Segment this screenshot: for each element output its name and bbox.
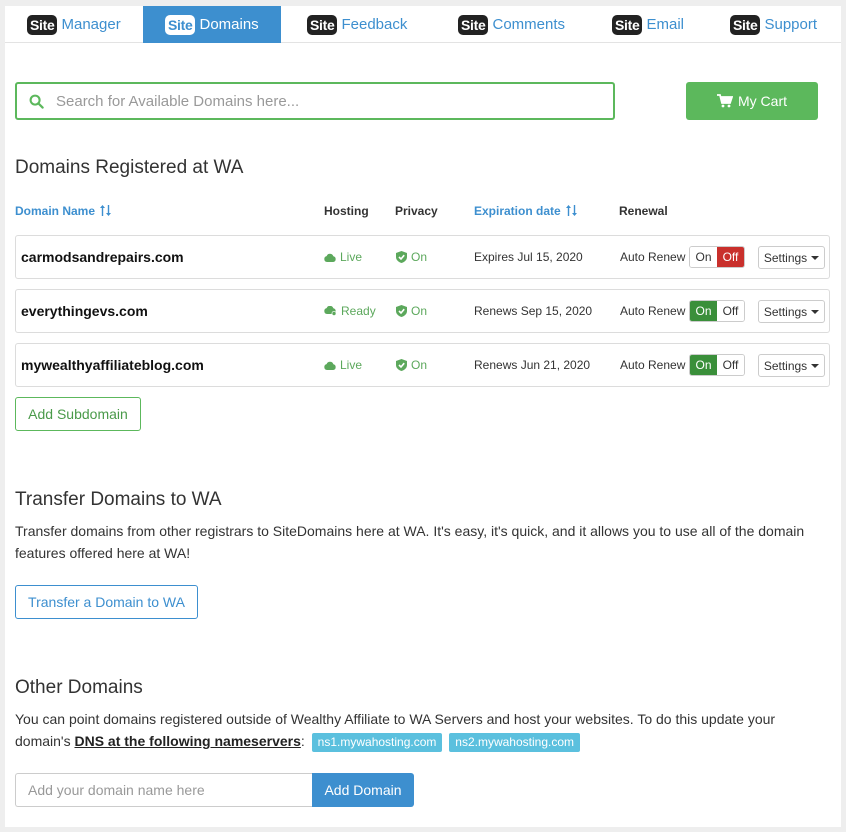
site-tabs: Site Manager Site Domains Site Feedback … bbox=[5, 6, 841, 43]
site-logo: Site bbox=[730, 14, 761, 35]
privacy-status: On bbox=[396, 250, 427, 264]
auto-renew-off-option[interactable]: Off bbox=[717, 355, 744, 375]
domain-row: everythingevs.com Ready On Renews Sep 15… bbox=[15, 289, 830, 333]
auto-renew-toggle: On Off bbox=[689, 354, 745, 376]
tab-label: Feedback bbox=[341, 16, 408, 33]
transfer-description: Transfer domains from other registrars t… bbox=[15, 523, 805, 561]
caret-down-icon bbox=[811, 255, 820, 260]
tab-label: Comments bbox=[492, 16, 566, 33]
shield-icon bbox=[396, 251, 407, 263]
auto-renew-label: Auto Renew bbox=[620, 250, 686, 264]
caret-down-icon bbox=[811, 309, 820, 314]
tab-label: Email bbox=[646, 16, 684, 33]
settings-dropdown-button[interactable]: Settings bbox=[758, 246, 825, 269]
site-logo: Site bbox=[165, 14, 196, 35]
hosting-status: Ready bbox=[324, 304, 376, 318]
column-header-renewal: Renewal bbox=[619, 204, 668, 218]
sort-icon bbox=[566, 205, 578, 216]
tab-domains[interactable]: Site Domains bbox=[143, 6, 281, 43]
expiration-date: Renews Sep 15, 2020 bbox=[474, 304, 593, 318]
dns-nameservers-link[interactable]: DNS at the following nameservers bbox=[74, 733, 300, 749]
tab-label: Manager bbox=[61, 16, 121, 33]
tab-feedback[interactable]: Site Feedback bbox=[307, 6, 407, 43]
domain-name: everythingevs.com bbox=[21, 303, 148, 319]
column-header-domain-name[interactable]: Domain Name bbox=[15, 204, 112, 218]
site-logo: Site bbox=[458, 14, 489, 35]
domain-search-box[interactable] bbox=[15, 82, 615, 120]
my-cart-button[interactable]: My Cart bbox=[686, 82, 818, 120]
hosting-status: Live bbox=[324, 358, 362, 372]
nameserver-badge-1: ns1.mywahosting.com bbox=[311, 733, 443, 752]
other-domains-description: You can point domains registered outside… bbox=[15, 708, 830, 752]
cart-icon bbox=[717, 94, 733, 108]
add-domain-button[interactable]: Add Domain bbox=[312, 773, 414, 807]
add-domain-input[interactable] bbox=[15, 773, 312, 807]
expiration-date: Renews Jun 21, 2020 bbox=[474, 358, 591, 372]
tab-comments[interactable]: Site Comments bbox=[458, 6, 565, 43]
tab-label: Support bbox=[764, 16, 818, 33]
privacy-status: On bbox=[396, 304, 427, 318]
privacy-status: On bbox=[396, 358, 427, 372]
transfer-domains-title: Transfer Domains to WA bbox=[15, 489, 222, 510]
column-header-privacy: Privacy bbox=[395, 204, 438, 218]
domain-name: carmodsandrepairs.com bbox=[21, 249, 184, 265]
column-header-hosting: Hosting bbox=[324, 204, 369, 218]
auto-renew-toggle: On Off bbox=[689, 300, 745, 322]
tab-label: Domains bbox=[199, 16, 259, 33]
tab-manager[interactable]: Site Manager bbox=[27, 6, 121, 43]
site-logo: Site bbox=[27, 14, 58, 35]
other-domains-title: Other Domains bbox=[15, 677, 143, 698]
sort-icon bbox=[100, 205, 112, 216]
expiration-date: Expires Jul 15, 2020 bbox=[474, 250, 583, 264]
my-cart-label: My Cart bbox=[738, 93, 787, 109]
auto-renew-on-option[interactable]: On bbox=[690, 301, 717, 321]
transfer-domain-button[interactable]: Transfer a Domain to WA bbox=[15, 585, 198, 619]
settings-dropdown-button[interactable]: Settings bbox=[758, 300, 825, 323]
hosting-status: Live bbox=[324, 250, 362, 264]
cloud-gear-icon bbox=[324, 306, 337, 316]
auto-renew-on-option[interactable]: On bbox=[690, 247, 717, 267]
caret-down-icon bbox=[811, 363, 820, 368]
tab-support[interactable]: Site Support bbox=[730, 6, 817, 43]
tab-email[interactable]: Site Email bbox=[612, 6, 684, 43]
add-subdomain-button[interactable]: Add Subdomain bbox=[15, 397, 141, 431]
site-logo: Site bbox=[307, 14, 338, 35]
domain-row: mywealthyaffiliateblog.com Live On Renew… bbox=[15, 343, 830, 387]
search-icon bbox=[29, 94, 44, 109]
shield-icon bbox=[396, 359, 407, 371]
settings-dropdown-button[interactable]: Settings bbox=[758, 354, 825, 377]
page: Site Manager Site Domains Site Feedback … bbox=[5, 6, 841, 827]
domain-search-input[interactable] bbox=[56, 92, 576, 110]
nameserver-badge-2: ns2.mywahosting.com bbox=[449, 733, 580, 752]
auto-renew-on-option[interactable]: On bbox=[690, 355, 717, 375]
cloud-icon bbox=[324, 361, 336, 370]
auto-renew-off-option[interactable]: Off bbox=[717, 247, 744, 267]
domain-row: carmodsandrepairs.com Live On Expires Ju… bbox=[15, 235, 830, 279]
cloud-icon bbox=[324, 253, 336, 262]
auto-renew-toggle: On Off bbox=[689, 246, 745, 268]
shield-icon bbox=[396, 305, 407, 317]
auto-renew-label: Auto Renew bbox=[620, 358, 686, 372]
column-header-expiration-date[interactable]: Expiration date bbox=[474, 204, 578, 218]
registered-domains-title: Domains Registered at WA bbox=[15, 157, 244, 178]
auto-renew-label: Auto Renew bbox=[620, 304, 686, 318]
domain-name: mywealthyaffiliateblog.com bbox=[21, 357, 204, 373]
auto-renew-off-option[interactable]: Off bbox=[717, 301, 744, 321]
site-logo: Site bbox=[612, 14, 643, 35]
